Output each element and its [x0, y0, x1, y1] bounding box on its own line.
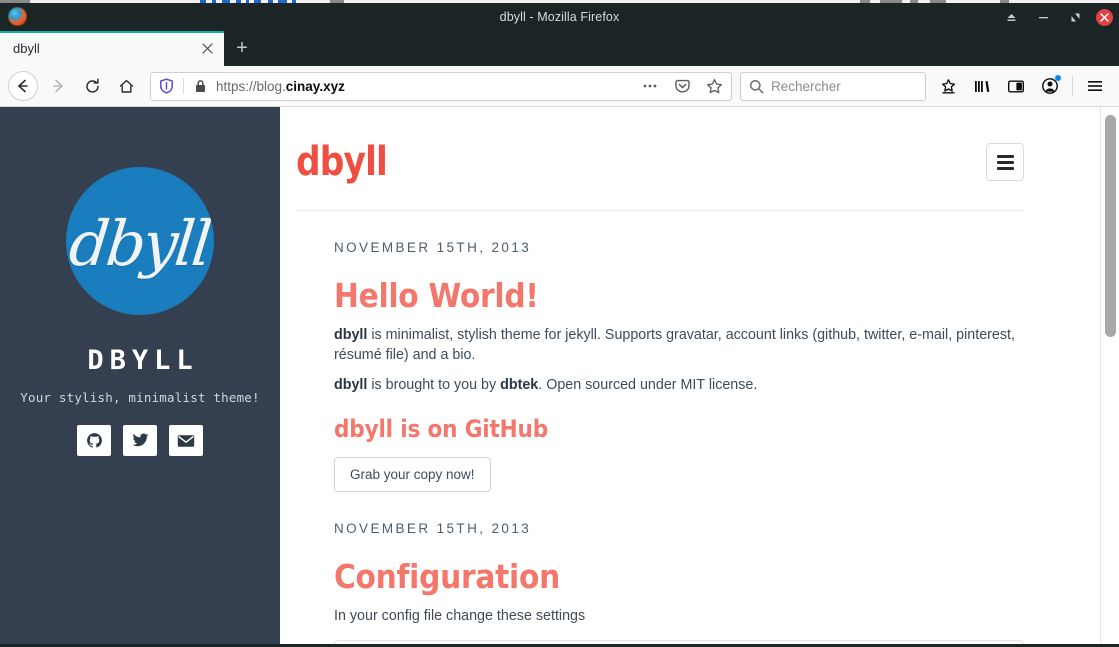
paragraph-text: is minimalist, stylish theme for jekyll.… [334, 327, 1015, 363]
close-tab-icon[interactable] [196, 38, 218, 60]
urlbar-separator [183, 78, 184, 94]
post-paragraph: dbyll is brought to you by dbtek. Open s… [334, 375, 1024, 395]
hamburger-bar [996, 160, 1014, 164]
email-icon [177, 434, 195, 447]
paragraph-strong: dbyll [334, 327, 368, 343]
site-sidebar: dbyll DBYLL Your stylish, minimalist the… [0, 107, 280, 646]
search-input[interactable]: Rechercher [771, 79, 841, 94]
forward-button[interactable] [42, 71, 74, 101]
paragraph-text: . Open sourced under MIT license. [538, 377, 758, 393]
account-notification-dot [1055, 75, 1061, 81]
firefox-logo-icon [8, 7, 27, 26]
shield-icon[interactable] [155, 78, 177, 94]
site-brand-link[interactable]: dbyll [296, 139, 388, 185]
window-controls [1000, 3, 1113, 31]
avatar-label: dbyll [66, 206, 214, 280]
minimize-icon[interactable] [1032, 6, 1054, 28]
post-body: dbyll is minimalist, stylish theme for j… [334, 325, 1024, 492]
content-header: dbyll [280, 107, 1060, 185]
tab-label: dbyll [13, 41, 40, 56]
scrollbar-thumb[interactable] [1105, 115, 1116, 337]
maximize-icon[interactable] [1064, 6, 1086, 28]
post-configuration: November 15th, 2013 Configuration In you… [280, 521, 1060, 646]
bookmark-star-icon[interactable] [701, 73, 727, 99]
app-menu-icon[interactable] [1079, 71, 1111, 101]
url-text: https://blog.cinay.xyz [216, 79, 631, 94]
firefox-window: dbyll - Mozilla Firefox dbyll + https://… [0, 3, 1119, 647]
post-hello-world: November 15th, 2013 Hello World! dbyll i… [280, 240, 1060, 492]
address-bar[interactable]: https://blog.cinay.xyz [150, 71, 732, 101]
social-link-twitter[interactable] [123, 425, 157, 456]
save-to-pocket-icon[interactable] [932, 71, 964, 101]
post-intro: In your config file change these setting… [334, 608, 586, 624]
padlock-icon[interactable] [190, 79, 210, 93]
github-icon [86, 433, 102, 448]
restore-down-icon[interactable] [1000, 6, 1022, 28]
grab-copy-button[interactable]: Grab your copy now! [334, 457, 491, 492]
site-content: dbyll November 15th, 2013 Hello World! d… [280, 107, 1100, 646]
reload-button[interactable] [76, 71, 108, 101]
post-subsection-title: dbyll is on GitHub [334, 415, 548, 443]
site-title: DBYLL [87, 345, 199, 376]
hamburger-bar [996, 166, 1014, 170]
navigation-toolbar: https://blog.cinay.xyz Rechercher [0, 66, 1119, 107]
library-icon[interactable] [966, 71, 998, 101]
account-icon[interactable] [1034, 71, 1066, 101]
back-button[interactable] [8, 71, 38, 101]
post-date: November 15th, 2013 [334, 521, 532, 536]
post-title[interactable]: Configuration [334, 557, 955, 596]
post-paragraph: dbyll is minimalist, stylish theme for j… [334, 325, 1024, 365]
pocket-icon[interactable] [669, 73, 695, 99]
browser-tab-dbyll[interactable]: dbyll [0, 31, 224, 66]
twitter-icon [132, 433, 148, 447]
close-window-icon[interactable] [1096, 8, 1113, 26]
social-link-email[interactable] [169, 425, 203, 456]
tab-strip: dbyll + [0, 31, 1119, 66]
page-viewport: dbyll DBYLL Your stylish, minimalist the… [0, 107, 1119, 646]
toolbar-separator [1072, 76, 1073, 96]
site-tagline: Your stylish, minimalist theme! [20, 390, 260, 405]
paragraph-strong: dbtek [500, 377, 539, 393]
paragraph-text: is brought to you by [367, 377, 501, 393]
paragraph-strong: dbyll [334, 377, 368, 393]
avatar: dbyll [66, 167, 214, 315]
toolbar-right-icons [932, 71, 1111, 101]
window-titlebar: dbyll - Mozilla Firefox [0, 3, 1119, 31]
page-scrollbar[interactable] [1100, 107, 1119, 646]
social-link-github[interactable] [77, 425, 111, 456]
menu-toggle-button[interactable] [986, 143, 1024, 181]
url-domain: cinay.xyz [285, 78, 345, 94]
magnifier-icon [749, 79, 764, 93]
search-bar[interactable]: Rechercher [740, 71, 926, 101]
home-button[interactable] [110, 71, 142, 101]
post-date: November 15th, 2013 [334, 240, 532, 255]
hamburger-bar [996, 154, 1014, 158]
new-tab-button[interactable]: + [224, 31, 260, 66]
social-links [0, 425, 280, 456]
sidebar-toggle-icon[interactable] [1000, 71, 1032, 101]
post-title[interactable]: Hello World! [334, 276, 955, 315]
window-title: dbyll - Mozilla Firefox [499, 10, 620, 24]
header-divider [296, 210, 1024, 211]
post-body: In your config file change these setting… [334, 606, 1024, 646]
url-scheme: https://blog. [216, 78, 286, 94]
page-actions-icon[interactable] [637, 73, 663, 99]
